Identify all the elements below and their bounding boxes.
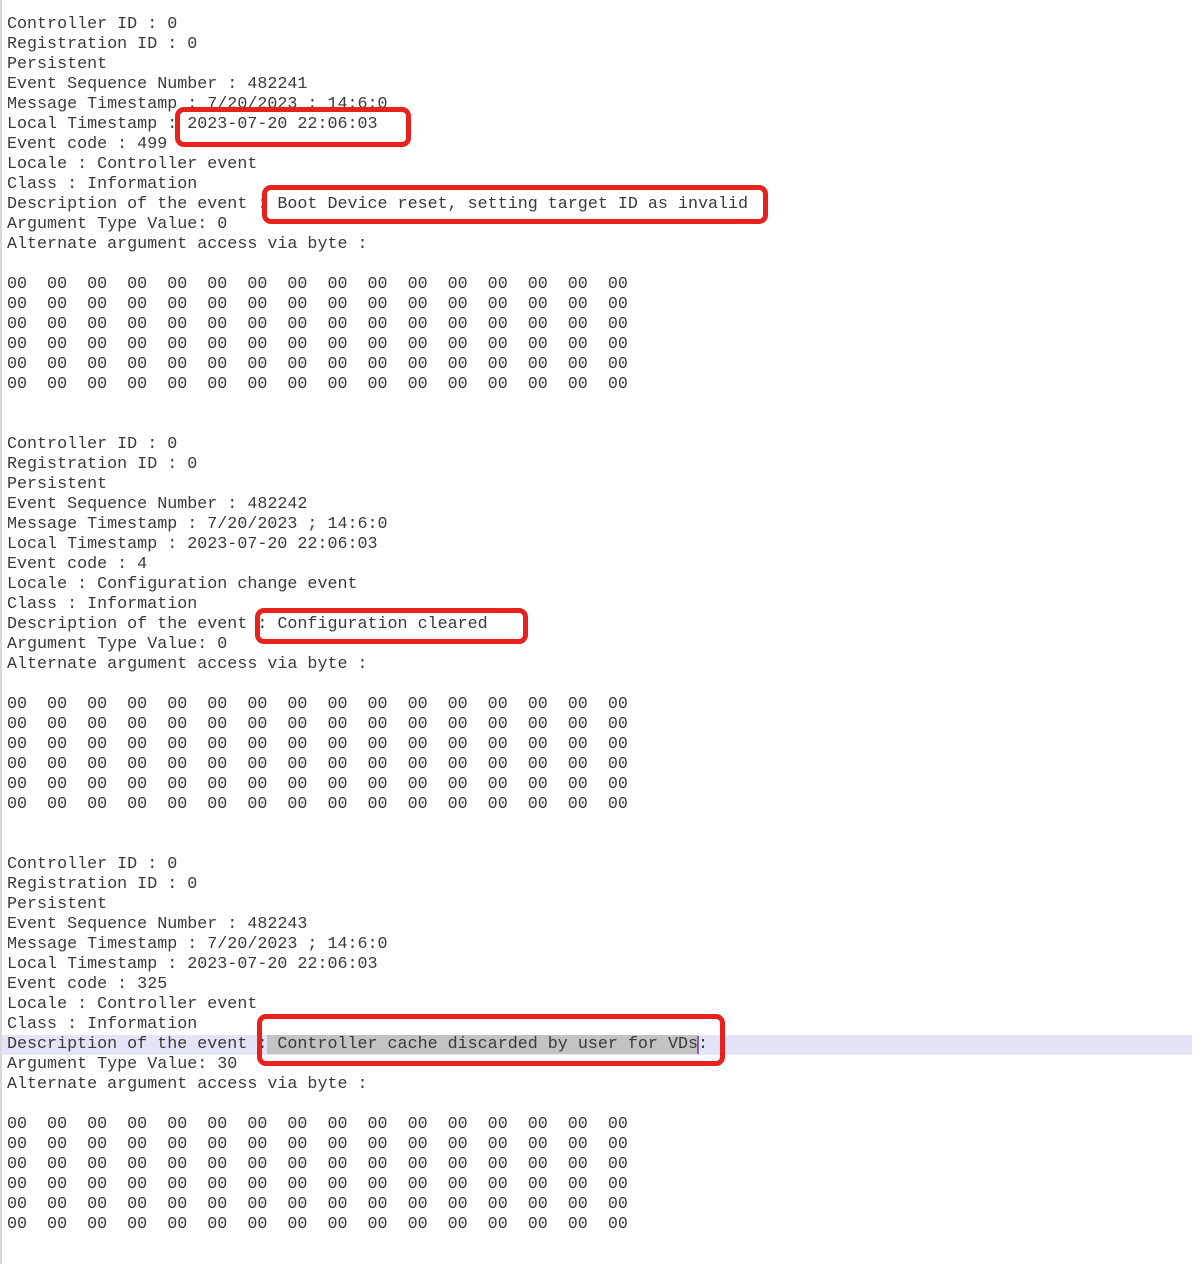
log-line: Local Timestamp : 2023-07-20 22:06:03 xyxy=(7,535,1200,555)
log-line: Event code : 499 xyxy=(7,135,1200,155)
log-line: Persistent xyxy=(7,55,1200,75)
log-line: Locale : Controller event xyxy=(7,155,1200,175)
hex-row: 00 00 00 00 00 00 00 00 00 00 00 00 00 0… xyxy=(7,695,1200,715)
log-line: Argument Type Value: 30 xyxy=(7,1055,1200,1075)
hex-row: 00 00 00 00 00 00 00 00 00 00 00 00 00 0… xyxy=(7,335,1200,355)
log-line: Local Timestamp : 2023-07-20 22:06:03 xyxy=(7,115,1200,135)
blank-line xyxy=(7,815,1200,835)
hex-row: 00 00 00 00 00 00 00 00 00 00 00 00 00 0… xyxy=(7,795,1200,815)
log-line: Registration ID : 0 xyxy=(7,875,1200,895)
selected-text: Controller cache discarded by user for V… xyxy=(267,1035,698,1054)
log-line: Class : Information xyxy=(7,595,1200,615)
hex-row: 00 00 00 00 00 00 00 00 00 00 00 00 00 0… xyxy=(7,735,1200,755)
log-line: Alternate argument access via byte : xyxy=(7,655,1200,675)
log-line: Alternate argument access via byte : xyxy=(7,1075,1200,1095)
log-line: Message Timestamp : 7/20/2023 ; 14:6:0 xyxy=(7,95,1200,115)
log-line: Persistent xyxy=(7,895,1200,915)
log-line: Event Sequence Number : 482242 xyxy=(7,495,1200,515)
log-line: Event code : 4 xyxy=(7,555,1200,575)
hex-row: 00 00 00 00 00 00 00 00 00 00 00 00 00 0… xyxy=(7,1115,1200,1135)
blank-line xyxy=(7,835,1200,855)
blank-line xyxy=(7,255,1200,275)
log-line: Class : Information xyxy=(7,175,1200,195)
blank-line xyxy=(7,675,1200,695)
event-log-viewer: Controller ID : 0Registration ID : 0Pers… xyxy=(0,0,1200,1264)
hex-row: 00 00 00 00 00 00 00 00 00 00 00 00 00 0… xyxy=(7,375,1200,395)
log-line: Controller ID : 0 xyxy=(7,855,1200,875)
hex-row: 00 00 00 00 00 00 00 00 00 00 00 00 00 0… xyxy=(7,355,1200,375)
log-text: Controller ID : 0Registration ID : 0Pers… xyxy=(2,0,1200,1264)
blank-line xyxy=(7,1255,1200,1264)
line-suffix: : xyxy=(698,1035,708,1054)
blank-line xyxy=(7,1235,1200,1255)
hex-row: 00 00 00 00 00 00 00 00 00 00 00 00 00 0… xyxy=(7,1195,1200,1215)
log-line: Registration ID : 0 xyxy=(7,35,1200,55)
hex-row: 00 00 00 00 00 00 00 00 00 00 00 00 00 0… xyxy=(7,1155,1200,1175)
hex-row: 00 00 00 00 00 00 00 00 00 00 00 00 00 0… xyxy=(7,275,1200,295)
log-line: Description of the event : Configuration… xyxy=(7,615,1200,635)
hex-row: 00 00 00 00 00 00 00 00 00 00 00 00 00 0… xyxy=(7,755,1200,775)
log-line: Description of the event : Boot Device r… xyxy=(7,195,1200,215)
hex-row: 00 00 00 00 00 00 00 00 00 00 00 00 00 0… xyxy=(7,295,1200,315)
hex-row: 00 00 00 00 00 00 00 00 00 00 00 00 00 0… xyxy=(7,1135,1200,1155)
log-line: Locale : Configuration change event xyxy=(7,575,1200,595)
log-line: Event code : 325 xyxy=(7,975,1200,995)
log-line: Argument Type Value: 0 xyxy=(7,635,1200,655)
hex-row: 00 00 00 00 00 00 00 00 00 00 00 00 00 0… xyxy=(7,1175,1200,1195)
log-line: Message Timestamp : 7/20/2023 ; 14:6:0 xyxy=(7,515,1200,535)
line-prefix: Description of the event : xyxy=(7,1035,267,1054)
hex-row: 00 00 00 00 00 00 00 00 00 00 00 00 00 0… xyxy=(7,315,1200,335)
log-line: Locale : Controller event xyxy=(7,995,1200,1015)
hex-row: 00 00 00 00 00 00 00 00 00 00 00 00 00 0… xyxy=(7,1215,1200,1235)
blank-line xyxy=(7,1095,1200,1115)
hex-row: 00 00 00 00 00 00 00 00 00 00 00 00 00 0… xyxy=(7,715,1200,735)
log-line: Message Timestamp : 7/20/2023 ; 14:6:0 xyxy=(7,935,1200,955)
hex-row: 00 00 00 00 00 00 00 00 00 00 00 00 00 0… xyxy=(7,775,1200,795)
log-line: Argument Type Value: 0 xyxy=(7,215,1200,235)
log-line: Persistent xyxy=(7,475,1200,495)
log-line: Alternate argument access via byte : xyxy=(7,235,1200,255)
blank-line xyxy=(7,415,1200,435)
log-line: Event Sequence Number : 482241 xyxy=(7,75,1200,95)
log-line: Controller ID : 0 xyxy=(7,435,1200,455)
log-line: Registration ID : 0 xyxy=(7,455,1200,475)
log-line-selected: Description of the event : Controller ca… xyxy=(2,1035,1192,1055)
blank-line xyxy=(7,395,1200,415)
log-line: Class : Information xyxy=(7,1015,1200,1035)
log-line: Event Sequence Number : 482243 xyxy=(7,915,1200,935)
log-line: Controller ID : 0 xyxy=(7,15,1200,35)
log-line: Local Timestamp : 2023-07-20 22:06:03 xyxy=(7,955,1200,975)
